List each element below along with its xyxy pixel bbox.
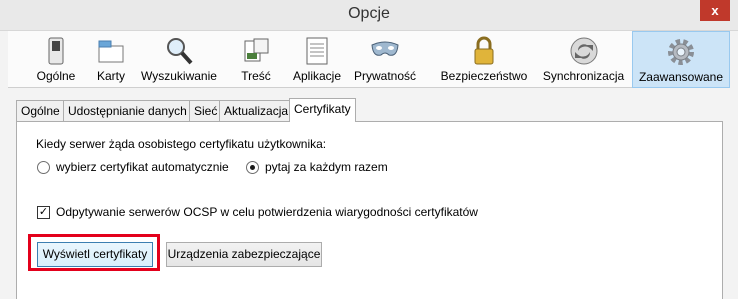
ocsp-label: Odpytywanie serwerów OCSP w celu potwier… bbox=[56, 205, 478, 219]
content-icon bbox=[244, 38, 269, 62]
pane-applications[interactable]: Aplikacje bbox=[289, 31, 345, 88]
title-bar: Opcje x bbox=[0, 0, 738, 31]
close-button[interactable]: x bbox=[700, 0, 730, 21]
pane-content[interactable]: Treść bbox=[232, 31, 280, 88]
pane-label: Treść bbox=[241, 69, 271, 83]
subtab-data-sharing[interactable]: Udostępnianie danych bbox=[63, 100, 192, 122]
radio-button-ask[interactable] bbox=[246, 161, 259, 174]
certificate-request-label: Kiedy serwer żąda osobistego certyfikatu… bbox=[36, 137, 327, 151]
pane-label: Ogólne bbox=[36, 69, 76, 83]
padlock-icon bbox=[474, 36, 494, 65]
applications-icon bbox=[306, 37, 328, 65]
subtab-certificates[interactable]: Certyfikaty bbox=[289, 98, 356, 122]
radio-button-auto[interactable] bbox=[37, 161, 50, 174]
pane-search[interactable]: Wyszukiwanie bbox=[139, 31, 219, 88]
radio-label-auto: wybierz certyfikat automatycznie bbox=[56, 160, 229, 174]
ocsp-checkbox[interactable]: ✓ bbox=[37, 206, 50, 219]
preferences-toolbar: Ogólne Karty Wyszukiwanie Treść Aplikacj… bbox=[8, 31, 730, 88]
certificates-panel: Kiedy serwer żąda osobistego certyfikatu… bbox=[16, 121, 723, 299]
subtab-network[interactable]: Sieć bbox=[189, 100, 223, 122]
subtab-general[interactable]: Ogólne bbox=[16, 100, 65, 122]
pane-label: Karty bbox=[96, 69, 125, 83]
security-devices-button[interactable]: Urządzenia zabezpieczające bbox=[166, 242, 322, 267]
pane-privacy[interactable]: Prywatność bbox=[351, 31, 419, 88]
switch-icon bbox=[48, 37, 64, 65]
gear-icon bbox=[668, 39, 694, 65]
subtab-update[interactable]: Aktualizacja bbox=[219, 100, 294, 122]
pane-security[interactable]: Bezpieczeństwo bbox=[435, 31, 533, 88]
pane-label: Synchronizacja bbox=[542, 69, 625, 83]
sync-icon bbox=[570, 37, 597, 65]
pane-label: Prywatność bbox=[353, 69, 417, 83]
tabs-icon bbox=[98, 40, 124, 63]
pane-general[interactable]: Ogólne bbox=[28, 31, 84, 88]
pane-advanced[interactable]: Zaawansowane bbox=[632, 31, 730, 88]
pane-sync[interactable]: Synchronizacja bbox=[538, 31, 629, 88]
mask-icon bbox=[371, 41, 399, 56]
pane-tabs[interactable]: Karty bbox=[84, 31, 138, 88]
view-certificates-button[interactable]: Wyświetl certyfikaty bbox=[37, 242, 153, 267]
pane-label: Bezpieczeństwo bbox=[440, 69, 528, 83]
radio-label-ask: pytaj za każdym razem bbox=[265, 160, 388, 174]
pane-label: Aplikacje bbox=[292, 69, 342, 83]
window-title: Opcje bbox=[348, 5, 390, 22]
pane-label: Zaawansowane bbox=[638, 70, 724, 84]
pane-label: Wyszukiwanie bbox=[141, 69, 217, 83]
magnifier-icon bbox=[167, 38, 193, 65]
